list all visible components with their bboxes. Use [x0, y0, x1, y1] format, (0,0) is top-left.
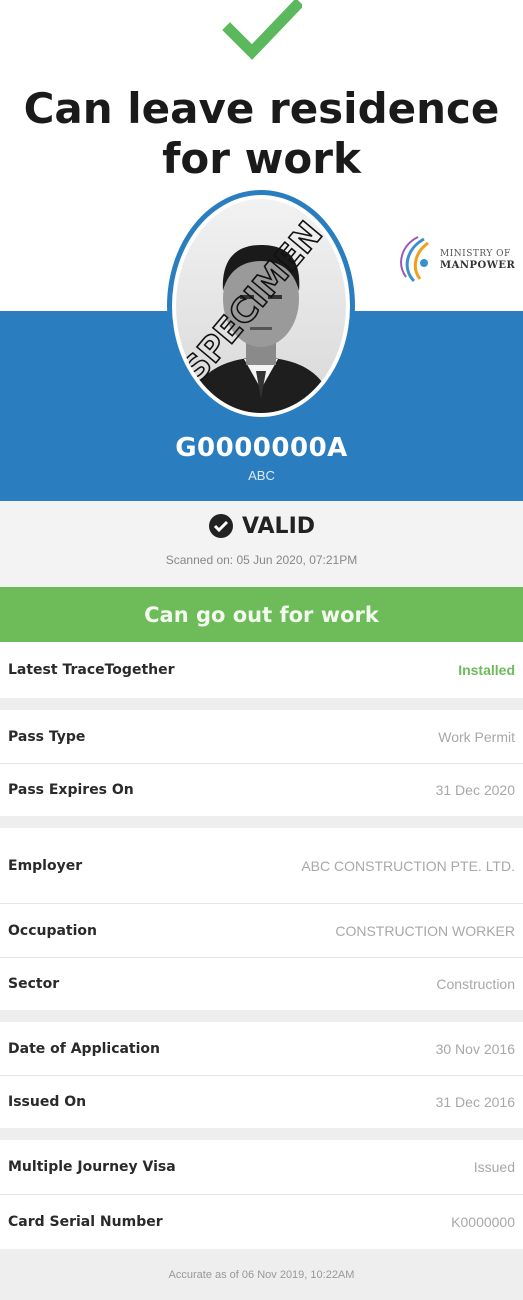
- detail-value: 30 Nov 2016: [435, 1040, 515, 1057]
- section-gap: [0, 816, 523, 828]
- detail-label: Occupation: [8, 922, 98, 939]
- detail-row-card-serial: Card Serial Number K0000000: [0, 1195, 523, 1249]
- mom-logo-icon: [400, 236, 429, 283]
- detail-label: Issued On: [8, 1094, 87, 1110]
- detail-value: Issued: [473, 1159, 515, 1175]
- logo-text: MINISTRY OF MANPOWER: [440, 249, 515, 271]
- detail-row-tracetogether: Latest TraceTogether Installed: [0, 642, 523, 698]
- detail-value: Construction: [436, 976, 515, 992]
- scanned-timestamp: Scanned on: 05 Jun 2020, 07:21PM: [165, 553, 358, 567]
- detail-label: Date of Application: [8, 1040, 161, 1057]
- section-gap: [0, 698, 523, 710]
- status-headline: Can leave residence for work: [0, 84, 523, 184]
- headline-line-1: Can leave residence: [23, 84, 500, 133]
- detail-row-pass-expires: Pass Expires On 31 Dec 2020: [0, 764, 523, 816]
- work-status-label: Can go out for work: [144, 602, 379, 627]
- headline-line-2: for work: [162, 134, 361, 183]
- profile-photo: SPECIMEN: [167, 190, 355, 422]
- photo-image: SPECIMEN: [176, 199, 346, 413]
- section-gap: [0, 1010, 523, 1022]
- detail-label: Latest TraceTogether: [8, 662, 175, 678]
- detail-label: Pass Expires On: [8, 782, 134, 798]
- detail-row-sector: Sector Construction: [0, 958, 523, 1010]
- logo-line-2: MANPOWER: [440, 260, 516, 271]
- detail-label: Employer: [8, 857, 83, 874]
- detail-row-employer: Employer ABC CONSTRUCTION PTE. LTD.: [0, 828, 523, 903]
- detail-label: Sector: [8, 976, 60, 992]
- detail-row-date-of-application: Date of Application 30 Nov 2016: [0, 1022, 523, 1075]
- detail-row-issued-on: Issued On 31 Dec 2016: [0, 1076, 523, 1128]
- detail-value: 31 Dec 2020: [435, 782, 515, 798]
- status-check-icon: [0, 0, 523, 66]
- detail-row-occupation: Occupation CONSTRUCTION WORKER: [0, 904, 523, 957]
- detail-value: K0000000: [451, 1214, 515, 1230]
- detail-value: Work Permit: [438, 728, 515, 745]
- detail-label: Pass Type: [8, 728, 86, 745]
- work-status-banner: Can go out for work: [0, 587, 523, 642]
- ministry-of-manpower-logo: MINISTRY OF MANPOWER: [396, 233, 520, 287]
- detail-value: CONSTRUCTION WORKER: [335, 922, 515, 939]
- detail-value: Installed: [458, 662, 515, 678]
- detail-row-pass-type: Pass Type Work Permit: [0, 710, 523, 763]
- check-circle-icon: [208, 514, 233, 538]
- detail-row-multiple-journey-visa: Multiple Journey Visa Issued: [0, 1140, 523, 1194]
- detail-label: Card Serial Number: [8, 1214, 163, 1230]
- holder-name: ABC: [248, 468, 275, 483]
- section-gap: [0, 1128, 523, 1140]
- detail-value: 31 Dec 2016: [435, 1094, 515, 1110]
- id-number: G0000000A: [175, 433, 348, 463]
- detail-label: Multiple Journey Visa: [8, 1159, 176, 1175]
- logo-line-1: MINISTRY OF: [440, 249, 511, 259]
- detail-value: ABC CONSTRUCTION PTE. LTD.: [301, 857, 515, 874]
- accuracy-footer: Accurate as of 06 Nov 2019, 10:22AM: [0, 1249, 523, 1300]
- validity-label: VALID: [241, 513, 316, 539]
- validity-row: VALID: [0, 513, 523, 539]
